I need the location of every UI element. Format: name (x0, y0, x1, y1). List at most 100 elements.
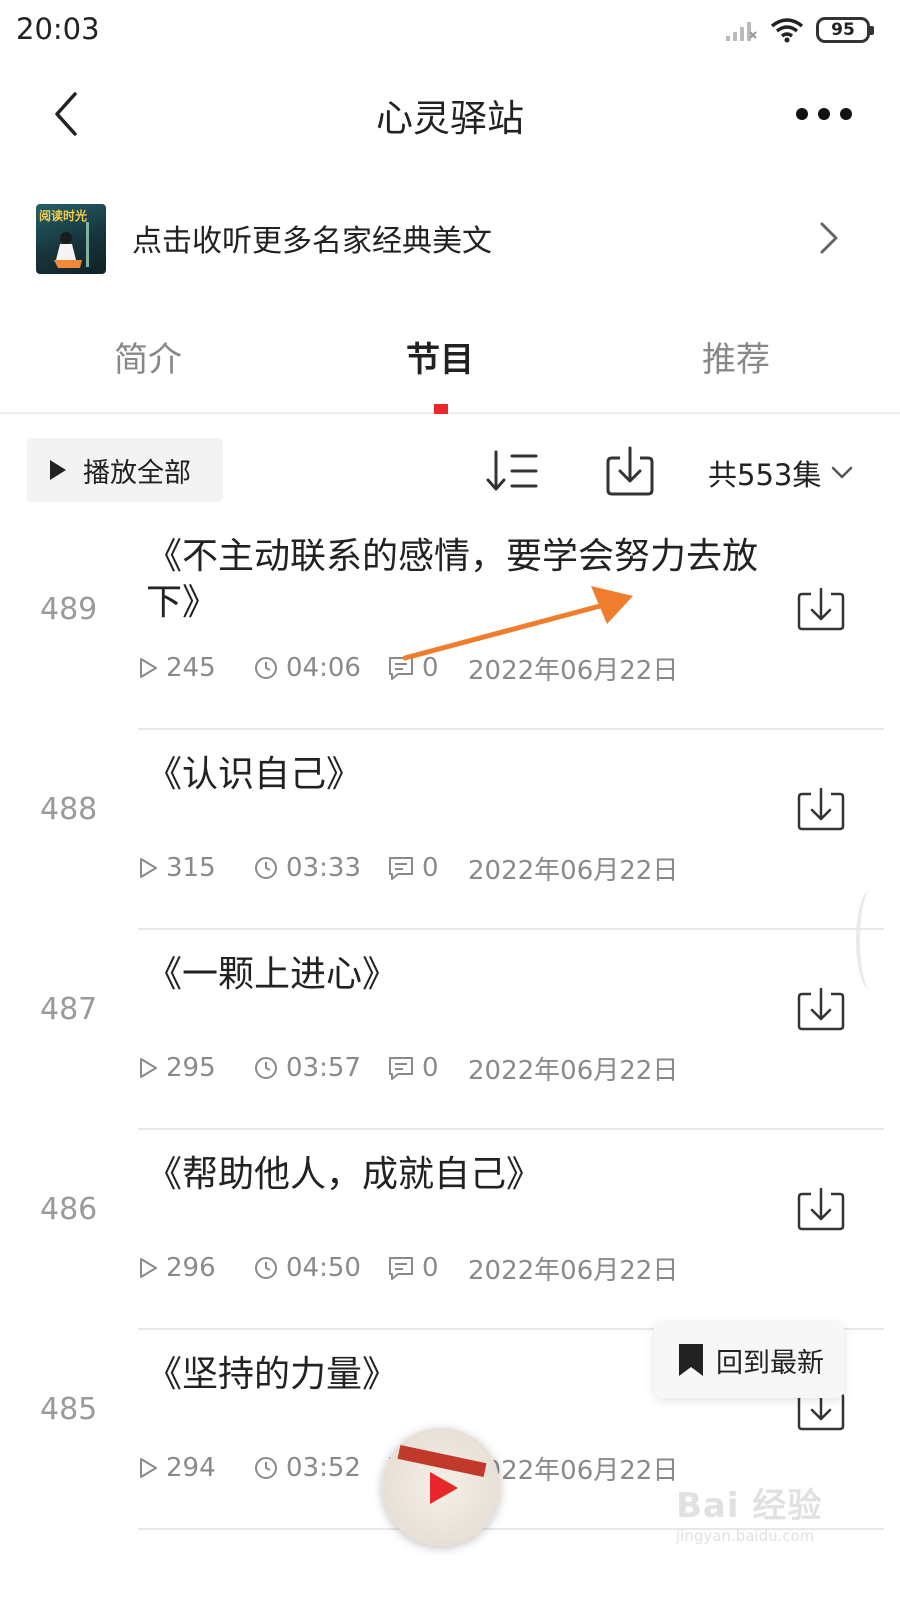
download-icon[interactable] (796, 786, 846, 832)
episode-title[interactable]: 《帮助他人，成就自己》 (146, 1152, 766, 1198)
duration: 03:33 (254, 853, 388, 883)
play-count: 296 (138, 1253, 254, 1283)
publish-date: 2022年06月22日 (468, 1055, 679, 1086)
page-title: 心灵驿站 (376, 97, 524, 140)
play-all-button[interactable]: 播放全部 (27, 438, 223, 502)
episode-count: 共553集 (708, 458, 822, 492)
clock-icon (255, 1457, 277, 1479)
list-toolbar: 播放全部 共553集 (0, 436, 900, 506)
play-count-icon (140, 658, 157, 678)
play-count-value: 315 (166, 853, 216, 883)
promo-text: 点击收听更多名家经典美文 (132, 224, 492, 259)
play-all-label: 播放全部 (83, 457, 191, 489)
comment-icon (389, 857, 413, 880)
play-icon (430, 1472, 458, 1504)
sort-icon[interactable] (484, 446, 540, 496)
comment-icon (389, 1257, 413, 1280)
episode-number: 489 (40, 592, 98, 627)
play-count: 295 (138, 1053, 254, 1083)
chevron-down-icon (832, 466, 853, 479)
download-all-icon[interactable] (604, 444, 656, 498)
comment-count: 0 (388, 853, 468, 883)
episode-row[interactable]: 488 《认识自己》 315 03:33 0 2022年06月22日 (0, 730, 900, 930)
side-scroll-handle[interactable] (856, 890, 886, 990)
play-count-value: 245 (166, 653, 216, 683)
play-icon (50, 460, 66, 480)
comment-icon (389, 657, 413, 680)
active-tab-indicator (434, 404, 448, 414)
episode-title[interactable]: 《一颗上进心》 (146, 952, 766, 998)
comment-count-value: 0 (422, 1053, 439, 1083)
duration: 04:50 (254, 1253, 388, 1283)
duration-value: 04:06 (286, 653, 361, 683)
comment-count: 0 (388, 1253, 468, 1283)
comment-count-value: 0 (422, 1253, 439, 1283)
play-count-value: 295 (166, 1053, 216, 1083)
episode-row[interactable]: 489 《不主动联系的感情，要学会努力去放下》 245 04:06 0 2022年06月2… (0, 530, 900, 730)
episode-number: 485 (40, 1392, 98, 1427)
tab-intro[interactable]: 简介 (48, 332, 248, 381)
more-button[interactable] (784, 84, 864, 144)
episode-count-dropdown[interactable]: 共553集 (708, 452, 853, 494)
comment-count-value: 0 (422, 653, 439, 683)
episode-title[interactable]: 《不主动联系的感情，要学会努力去放下》 (146, 534, 766, 626)
cover-illustration (54, 222, 89, 268)
tab-episodes[interactable]: 节目 (340, 332, 540, 381)
play-count-value: 294 (166, 1453, 216, 1483)
promo-cover-image: 阅读时光 (36, 204, 106, 274)
episode-number: 487 (40, 992, 98, 1027)
episode-title[interactable]: 《认识自己》 (146, 752, 766, 798)
episode-meta: 296 04:50 0 2022年06月22日 (138, 1250, 678, 1286)
mini-player[interactable] (382, 1428, 500, 1546)
watermark-brand: Bai 经验 (676, 1486, 823, 1526)
play-count-icon (140, 858, 157, 878)
bookmark-icon (679, 1344, 703, 1376)
tab-recommend[interactable]: 推荐 (636, 332, 836, 381)
wifi-icon (770, 18, 804, 43)
duration-value: 04:50 (286, 1253, 361, 1283)
episode-meta: 295 03:57 0 2022年06月22日 (138, 1050, 678, 1086)
status-bar: 20:03 95 (0, 0, 900, 62)
publish-date: 2022年06月22日 (468, 1255, 679, 1286)
publish-date: 2022年06月22日 (468, 855, 679, 886)
duration-value: 03:33 (286, 853, 361, 883)
comment-icon (389, 1057, 413, 1080)
play-count: 315 (138, 853, 254, 883)
download-icon[interactable] (796, 586, 846, 632)
play-count-icon (140, 1258, 157, 1278)
chevron-right-icon (820, 222, 838, 254)
download-icon[interactable] (796, 1186, 846, 1232)
play-count-icon (140, 1058, 157, 1078)
signal-icon (726, 22, 757, 41)
tab-bar: 简介 节目 推荐 (0, 310, 900, 414)
comment-count: 0 (388, 653, 468, 683)
promo-banner[interactable]: 阅读时光 点击收听更多名家经典美文 (0, 198, 900, 280)
download-icon[interactable] (796, 986, 846, 1032)
comment-count-value: 0 (422, 853, 439, 883)
back-to-latest-label: 回到最新 (716, 1347, 824, 1379)
play-count-value: 296 (166, 1253, 216, 1283)
app-header: 心灵驿站 (0, 62, 900, 166)
episode-number: 488 (40, 792, 98, 827)
clock-icon (255, 657, 277, 679)
baidu-watermark: Bai 经验 jingyan.baidu.com (676, 1478, 876, 1558)
episode-meta: 315 03:33 0 2022年06月22日 (138, 850, 678, 886)
status-icons: 95 (724, 14, 874, 46)
comment-count: 0 (388, 1053, 468, 1083)
clock-icon (255, 1057, 277, 1079)
episode-meta: 245 04:06 0 2022年06月22日 (138, 650, 678, 686)
episode-row[interactable]: 486 《帮助他人，成就自己》 296 04:50 0 2022年06月22日 (0, 1130, 900, 1330)
more-icon (796, 108, 852, 120)
watermark-url: jingyan.baidu.com (676, 1527, 815, 1545)
status-time: 20:03 (16, 12, 100, 46)
episode-number: 486 (40, 1192, 98, 1227)
clock-icon (255, 1257, 277, 1279)
duration-value: 03:52 (286, 1453, 361, 1483)
duration-value: 03:57 (286, 1053, 361, 1083)
episode-row[interactable]: 487 《一颗上进心》 295 03:57 0 2022年06月22日 (0, 930, 900, 1130)
duration: 03:57 (254, 1053, 388, 1083)
play-count: 294 (138, 1453, 254, 1483)
back-to-latest-button[interactable]: 回到最新 (654, 1322, 844, 1398)
publish-date: 2022年06月22日 (468, 655, 679, 686)
duration: 03:52 (254, 1453, 388, 1483)
